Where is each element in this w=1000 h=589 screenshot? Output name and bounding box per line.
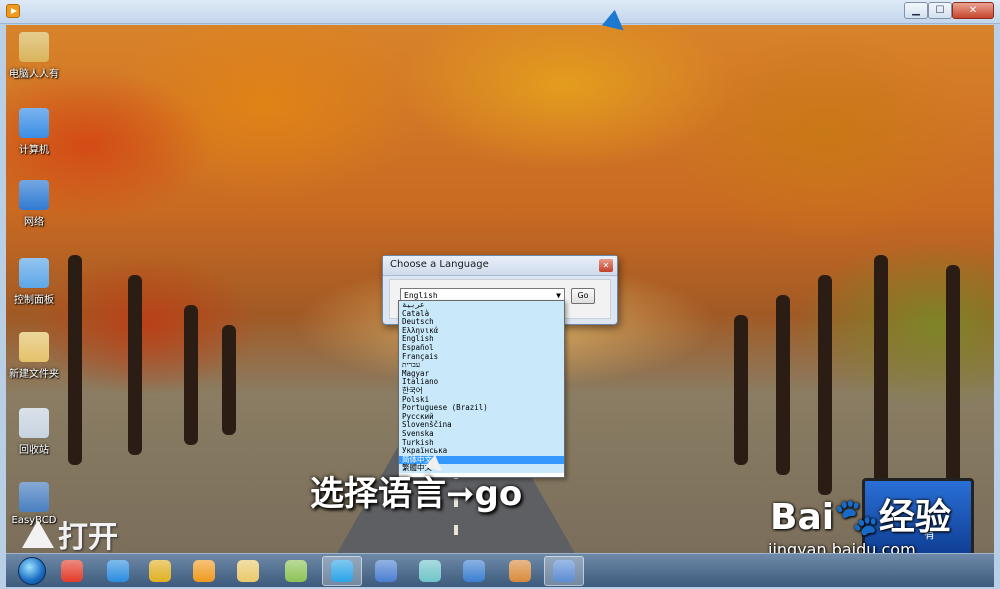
- maximize-button[interactable]: ☐: [928, 2, 952, 19]
- qq-browser-button[interactable]: [322, 556, 362, 586]
- dialog-title: Choose a Language: [383, 256, 617, 276]
- user-folder-icon: [19, 32, 49, 62]
- desktop-icon-label: 电脑人人有: [9, 69, 59, 80]
- qq-browser-icon: [331, 560, 353, 582]
- chrome-icon: [149, 560, 171, 582]
- easybcd-task-button[interactable]: [544, 556, 584, 586]
- desktop-icon-label: 网络: [24, 217, 44, 228]
- easybcd-icon: [19, 482, 49, 512]
- jiang-app-button[interactable]: [52, 556, 92, 586]
- word-button[interactable]: [366, 556, 406, 586]
- baidu-watermark: Bai🐾经验: [770, 497, 951, 538]
- chrome-button[interactable]: [140, 556, 180, 586]
- language-dropdown-list: عربية Català Deutsch Ελληνικά English Español…: [398, 300, 565, 478]
- desktop-icon-label: 新建文件夹: [9, 369, 59, 380]
- word-document-icon: [375, 560, 397, 582]
- internet-explorer-icon: [107, 560, 129, 582]
- tree-trunk: [68, 255, 82, 465]
- tree-trunk: [222, 325, 236, 435]
- recycle-bin-icon: [19, 408, 49, 438]
- media-player-icon: [193, 560, 215, 582]
- paint-button[interactable]: [500, 556, 540, 586]
- language-option[interactable]: Italiano: [399, 378, 564, 387]
- start-button[interactable]: [18, 557, 46, 585]
- media-player-button[interactable]: [184, 556, 224, 586]
- control-panel-icon: [19, 258, 49, 288]
- desktop-icon[interactable]: 新建文件夹: [6, 332, 62, 380]
- desktop-icon[interactable]: 计算机: [6, 108, 62, 156]
- folder-icon: [19, 332, 49, 362]
- remote-desktop-icon: [463, 560, 485, 582]
- open-caption: 打开: [58, 520, 118, 555]
- desktop-icon-label: 控制面板: [14, 295, 54, 306]
- app-icon: [6, 4, 20, 18]
- tree-trunk: [776, 295, 790, 475]
- desktop-icon[interactable]: 网络: [6, 180, 62, 228]
- network-icon: [19, 180, 49, 210]
- gear-app-icon: [419, 560, 441, 582]
- easybcd-icon: [553, 560, 575, 582]
- desktop-icon[interactable]: 控制面板: [6, 258, 62, 306]
- window-titlebar: ▁ ☐ ✕: [0, 0, 1000, 24]
- chevron-down-icon[interactable]: ▼: [556, 291, 561, 300]
- go-button[interactable]: Go: [571, 288, 595, 304]
- taskbar: [6, 553, 994, 587]
- minimize-button[interactable]: ▁: [904, 2, 928, 19]
- settings-app-button[interactable]: [410, 556, 450, 586]
- tree-trunk: [184, 305, 198, 445]
- folder-app-button[interactable]: [276, 556, 316, 586]
- language-select-value: English: [404, 291, 438, 300]
- explorer-button[interactable]: [228, 556, 268, 586]
- jiang-app-icon: [61, 560, 83, 582]
- computer-icon: [19, 108, 49, 138]
- paint-icon: [509, 560, 531, 582]
- tree-trunk: [818, 275, 832, 495]
- up-arrow-icon: [22, 520, 54, 548]
- desktop-icon[interactable]: 回收站: [6, 408, 62, 456]
- ie-button[interactable]: [98, 556, 138, 586]
- close-button[interactable]: ✕: [952, 2, 994, 19]
- tree-trunk: [128, 275, 142, 455]
- language-option[interactable]: Français: [399, 352, 564, 362]
- instruction-caption: 选择语言➞go: [310, 474, 523, 514]
- tree-trunk: [734, 315, 748, 465]
- remote-desktop-button[interactable]: [454, 556, 494, 586]
- folder-app-icon: [285, 560, 307, 582]
- desktop-icon-label: 计算机: [19, 145, 49, 156]
- tree-trunk: [874, 255, 888, 505]
- dialog-close-button[interactable]: ✕: [599, 259, 613, 272]
- file-explorer-icon: [237, 560, 259, 582]
- desktop-icon-label: 回收站: [19, 445, 49, 456]
- desktop-icon[interactable]: 电脑人人有: [6, 32, 62, 80]
- tree-trunk: [946, 265, 960, 495]
